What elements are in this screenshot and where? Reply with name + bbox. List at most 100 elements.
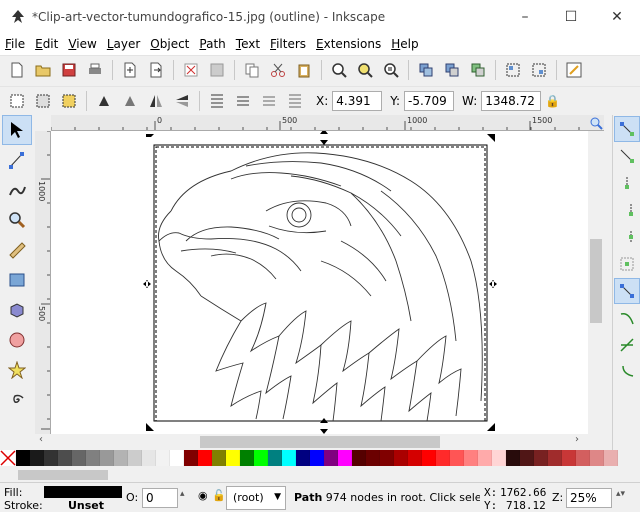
- import-icon[interactable]: [119, 59, 141, 81]
- color-swatch[interactable]: [590, 450, 604, 466]
- selector-tool-icon[interactable]: [2, 115, 32, 145]
- color-swatch[interactable]: [436, 450, 450, 466]
- maximize-button[interactable]: ☐: [548, 0, 594, 33]
- color-swatch[interactable]: [394, 450, 408, 466]
- rotate-cw-icon[interactable]: [119, 90, 141, 112]
- export-icon[interactable]: [145, 59, 167, 81]
- copy-icon[interactable]: [241, 59, 263, 81]
- color-swatch[interactable]: [464, 450, 478, 466]
- menu-path[interactable]: Path: [194, 37, 230, 51]
- open-folder-icon[interactable]: [32, 59, 54, 81]
- zoom-page-icon[interactable]: [380, 59, 402, 81]
- color-swatch[interactable]: [506, 450, 520, 466]
- ellipse-tool-icon[interactable]: [2, 325, 32, 355]
- menu-layer[interactable]: Layer: [102, 37, 145, 51]
- layer-lock-icon[interactable]: 🔓: [212, 489, 226, 502]
- zoom-input[interactable]: [566, 488, 612, 508]
- minimize-button[interactable]: –: [502, 0, 548, 33]
- menu-help[interactable]: Help: [386, 37, 423, 51]
- color-swatch[interactable]: [198, 450, 212, 466]
- no-paint-swatch[interactable]: [0, 450, 16, 466]
- snap-bbox-edge-icon[interactable]: [614, 170, 640, 196]
- snap-bbox-icon[interactable]: [614, 143, 640, 169]
- snap-bbox-corner-icon[interactable]: [614, 197, 640, 223]
- vertical-scrollbar[interactable]: [588, 131, 604, 434]
- w-input[interactable]: [481, 91, 542, 111]
- ungroup-icon[interactable]: [528, 59, 550, 81]
- rotate-ccw-icon[interactable]: [93, 90, 115, 112]
- menu-object[interactable]: Object: [145, 37, 194, 51]
- color-swatch[interactable]: [58, 450, 72, 466]
- menu-extensions[interactable]: Extensions: [311, 37, 386, 51]
- color-swatch[interactable]: [520, 450, 534, 466]
- snap-enable-icon[interactable]: [614, 116, 640, 142]
- snap-nodes-icon[interactable]: [614, 278, 640, 304]
- color-swatch[interactable]: [240, 450, 254, 466]
- zoom-spinner-icon[interactable]: ▴▾: [616, 489, 625, 499]
- cut-icon[interactable]: [267, 59, 289, 81]
- menu-edit[interactable]: Edit: [30, 37, 63, 51]
- color-swatch[interactable]: [114, 450, 128, 466]
- color-swatch[interactable]: [268, 450, 282, 466]
- color-swatch[interactable]: [254, 450, 268, 466]
- color-swatch[interactable]: [156, 450, 170, 466]
- unlink-clone-icon[interactable]: [467, 59, 489, 81]
- color-swatch[interactable]: [86, 450, 100, 466]
- select-all-icon[interactable]: [6, 90, 28, 112]
- color-swatch[interactable]: [478, 450, 492, 466]
- snap-cusp-nodes-icon[interactable]: [614, 359, 640, 385]
- opacity-input[interactable]: [142, 488, 178, 508]
- color-swatch[interactable]: [282, 450, 296, 466]
- color-swatch[interactable]: [170, 450, 184, 466]
- 3d-box-tool-icon[interactable]: [2, 295, 32, 325]
- snap-bbox-midpoint-icon[interactable]: [614, 224, 640, 250]
- lower-to-bottom-icon[interactable]: [284, 90, 306, 112]
- star-tool-icon[interactable]: [2, 355, 32, 385]
- layer-visibility-icon[interactable]: ◉: [198, 489, 208, 502]
- redo-icon[interactable]: [206, 59, 228, 81]
- color-swatch[interactable]: [30, 450, 44, 466]
- color-swatch[interactable]: [212, 450, 226, 466]
- zoom-drawing-icon[interactable]: [354, 59, 376, 81]
- color-swatch[interactable]: [422, 450, 436, 466]
- color-swatch[interactable]: [184, 450, 198, 466]
- save-icon[interactable]: [58, 59, 80, 81]
- color-swatch[interactable]: [296, 450, 310, 466]
- fill-indicator[interactable]: [44, 486, 122, 498]
- color-swatch[interactable]: [604, 450, 618, 466]
- color-swatch[interactable]: [576, 450, 590, 466]
- snap-path-intersection-icon[interactable]: [614, 332, 640, 358]
- group-icon[interactable]: [502, 59, 524, 81]
- preferences-icon[interactable]: [563, 59, 585, 81]
- layer-dropdown[interactable]: (root) ▼: [226, 486, 286, 510]
- print-icon[interactable]: [84, 59, 106, 81]
- tweak-tool-icon[interactable]: [2, 175, 32, 205]
- color-swatch[interactable]: [534, 450, 548, 466]
- color-swatch[interactable]: [142, 450, 156, 466]
- color-swatch[interactable]: [16, 450, 30, 466]
- color-swatch[interactable]: [366, 450, 380, 466]
- deselect-icon[interactable]: [58, 90, 80, 112]
- rectangle-tool-icon[interactable]: [2, 265, 32, 295]
- color-swatch[interactable]: [548, 450, 562, 466]
- node-tool-icon[interactable]: [2, 145, 32, 175]
- zoom-corner-icon[interactable]: [588, 115, 604, 131]
- drawing-canvas[interactable]: [51, 131, 588, 434]
- y-input[interactable]: [404, 91, 455, 111]
- color-swatch[interactable]: [226, 450, 240, 466]
- color-swatch[interactable]: [128, 450, 142, 466]
- lower-icon[interactable]: [258, 90, 280, 112]
- flip-vertical-icon[interactable]: [171, 90, 193, 112]
- color-swatch[interactable]: [338, 450, 352, 466]
- duplicate-icon[interactable]: [415, 59, 437, 81]
- raise-icon[interactable]: [232, 90, 254, 112]
- color-swatch[interactable]: [324, 450, 338, 466]
- flip-horizontal-icon[interactable]: [145, 90, 167, 112]
- color-swatch[interactable]: [310, 450, 324, 466]
- paste-icon[interactable]: [293, 59, 315, 81]
- clone-icon[interactable]: [441, 59, 463, 81]
- stroke-indicator[interactable]: Unset: [68, 499, 104, 512]
- menu-filters[interactable]: Filters: [265, 37, 311, 51]
- color-swatch[interactable]: [100, 450, 114, 466]
- horizontal-scrollbar[interactable]: ‹ ›: [35, 434, 604, 450]
